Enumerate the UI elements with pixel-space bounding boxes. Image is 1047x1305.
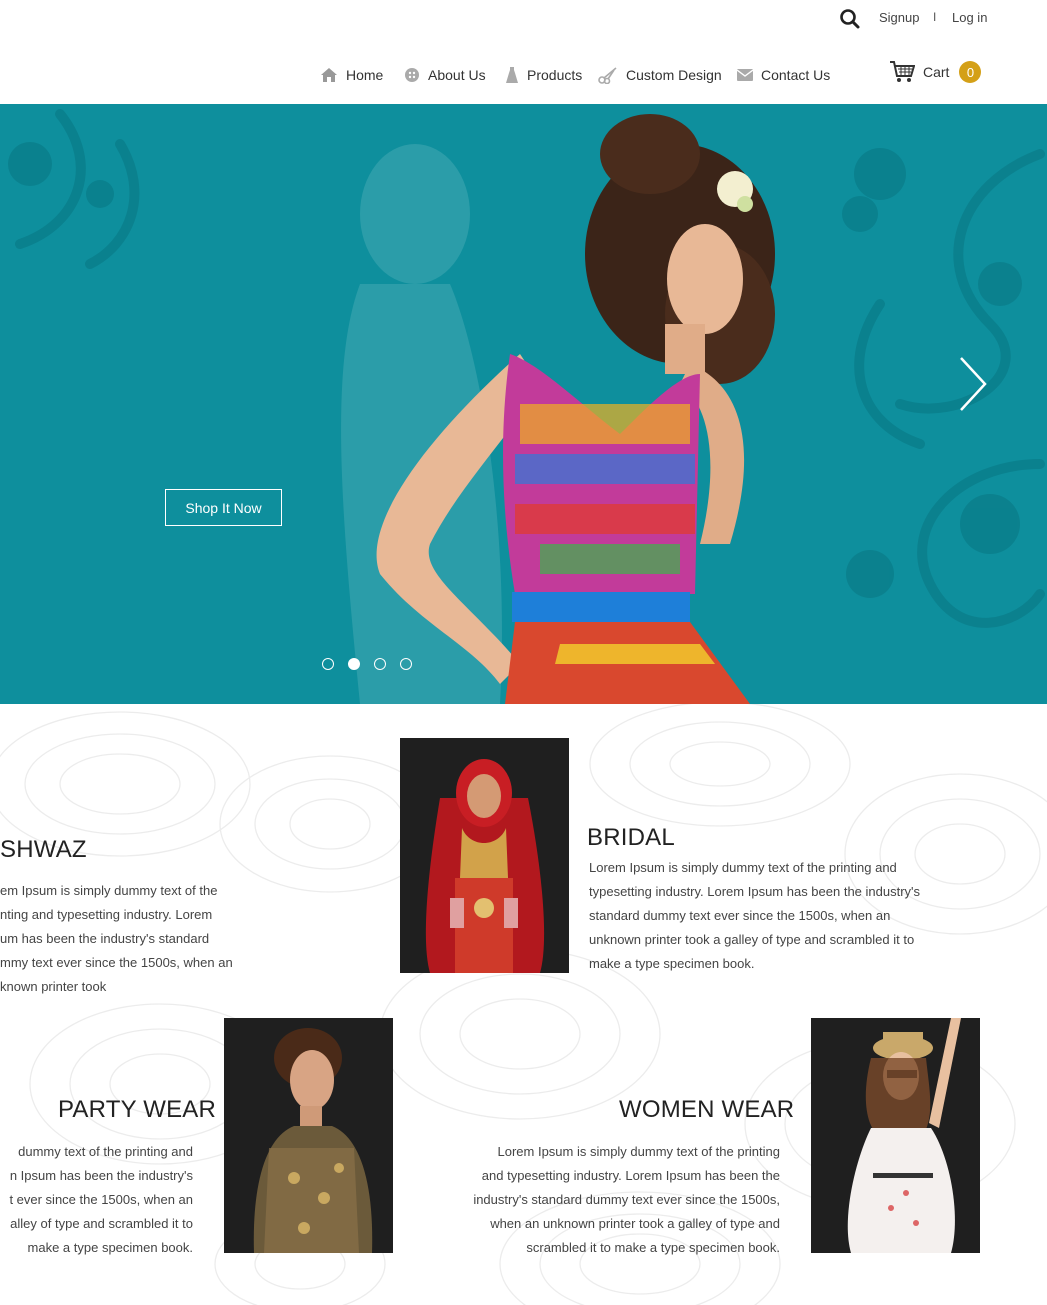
- category-text-bridal: Lorem Ipsum is simply dummy text of the …: [589, 856, 969, 976]
- site-header: Signup I Log in Home About Us Products C…: [0, 0, 1047, 104]
- category-text-party-wear: dummy text of the printing and n Ipsum h…: [0, 1140, 193, 1260]
- text-line: Lorem Ipsum is simply dummy text of the …: [497, 1144, 781, 1159]
- login-link[interactable]: Log in: [952, 10, 987, 25]
- nav-contact-us[interactable]: Contact Us: [737, 64, 830, 86]
- text-line: um has been the industry's standard: [0, 931, 210, 946]
- separator: I: [933, 10, 937, 24]
- bride-photo: [400, 738, 569, 973]
- text-line: scrambled it to make a type specimen boo…: [526, 1240, 780, 1255]
- category-title-bridal: BRIDAL: [587, 824, 675, 851]
- category-text-shwaz: em Ipsum is simply dummy text of the nti…: [0, 879, 260, 999]
- text-line: industry's standard dummy text ever sinc…: [473, 1192, 780, 1207]
- category-title-shwaz: SHWAZ: [0, 836, 87, 863]
- signup-link[interactable]: Signup: [879, 10, 919, 25]
- text-line: n Ipsum has been the industry's: [9, 1168, 193, 1183]
- category-text-women-wear: Lorem Ipsum is simply dummy text of the …: [420, 1140, 780, 1260]
- cart-count-badge: 0: [959, 61, 982, 83]
- women-wear-photo: [811, 1018, 980, 1253]
- nav-products-label: Products: [527, 67, 583, 83]
- text-line: when an unknown printer took a galley of…: [490, 1216, 780, 1231]
- nav-about-label: About Us: [428, 67, 486, 83]
- party-wear-photo: [224, 1018, 393, 1253]
- slider-dot-2[interactable]: [348, 658, 360, 670]
- dress-icon: [506, 67, 518, 83]
- cart-button[interactable]: Cart 0: [889, 60, 982, 84]
- scissors-icon: [598, 67, 617, 84]
- category-title-party-wear: PARTY WEAR: [58, 1096, 217, 1123]
- text-line: make a type specimen book.: [27, 1240, 193, 1255]
- text-line: nting and typesetting industry. Lorem: [0, 907, 213, 922]
- category-section: BRIDAL Lorem Ipsum is simply dummy text …: [0, 704, 1047, 1305]
- nav-about-us[interactable]: About Us: [404, 64, 486, 86]
- women-wear-image[interactable]: [811, 1018, 980, 1253]
- nav-home-label: Home: [346, 67, 384, 83]
- text-line: unknown printer took a galley of type an…: [589, 932, 915, 947]
- nav-custom-design[interactable]: Custom Design: [598, 64, 722, 86]
- nav-contact-label: Contact Us: [761, 67, 831, 83]
- text-line: standard dummy text ever since the 1500s…: [589, 908, 891, 923]
- home-icon: [321, 68, 337, 82]
- search-icon[interactable]: [839, 8, 861, 30]
- hero-slider: Shop It Now: [0, 104, 1047, 704]
- text-line: em Ipsum is simply dummy text of the: [0, 883, 218, 898]
- text-line: mmy text ever since the 1500s, when an: [0, 955, 233, 970]
- party-wear-image[interactable]: [224, 1018, 393, 1253]
- bridal-image[interactable]: [400, 738, 569, 973]
- text-line: t ever since the 1500s, when an: [9, 1192, 193, 1207]
- slider-dots: [322, 658, 426, 670]
- cart-label: Cart: [923, 64, 950, 80]
- shop-it-now-button[interactable]: Shop It Now: [165, 489, 282, 526]
- nav-products[interactable]: Products: [505, 64, 582, 86]
- slider-dot-4[interactable]: [400, 658, 412, 670]
- text-line: alley of type and scrambled it to: [10, 1216, 193, 1231]
- text-line: Lorem Ipsum is simply dummy text of the …: [589, 860, 897, 875]
- text-line: typesetting industry. Lorem Ipsum has be…: [589, 884, 921, 899]
- text-line: and typesetting industry. Lorem Ipsum ha…: [481, 1168, 780, 1183]
- slider-dot-1[interactable]: [322, 658, 334, 670]
- text-line: dummy text of the printing and: [18, 1144, 193, 1159]
- text-line: make a type specimen book.: [589, 956, 755, 971]
- category-title-women-wear: WOMEN WEAR: [619, 1096, 795, 1123]
- slider-dot-3[interactable]: [374, 658, 386, 670]
- nav-custom-label: Custom Design: [626, 67, 722, 83]
- circle-dots-icon: [405, 68, 419, 82]
- cart-icon: [890, 61, 915, 82]
- text-line: known printer took: [0, 979, 107, 994]
- hero-background-art: [8, 109, 1045, 704]
- envelope-icon: [737, 69, 753, 81]
- chevron-right-icon[interactable]: [955, 354, 991, 414]
- nav-home[interactable]: Home: [320, 64, 383, 86]
